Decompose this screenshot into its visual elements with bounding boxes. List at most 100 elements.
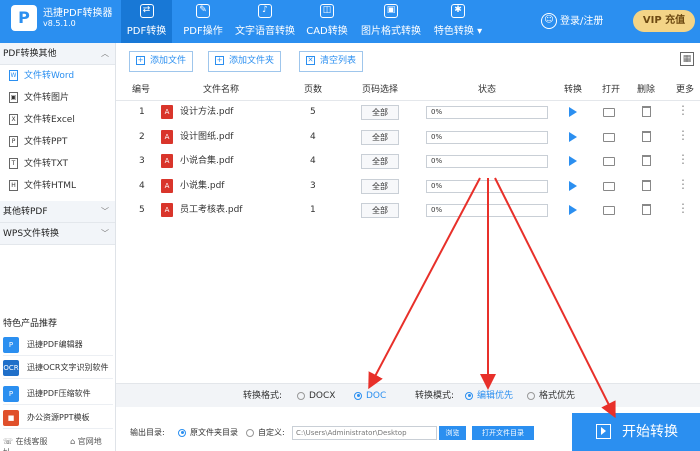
tab-label: PDF操作 bbox=[183, 26, 223, 37]
word-file-icon: W bbox=[9, 70, 18, 81]
table-row[interactable]: 1 A 设计方法.pdf 5 全部 0% ⋮ bbox=[116, 100, 700, 125]
pdf-file-icon: A bbox=[161, 105, 173, 119]
grid-view-icon[interactable]: ▦ bbox=[680, 52, 694, 66]
row-number: 5 bbox=[139, 205, 145, 215]
sidebar-section-wps[interactable]: WPS文件转换 ﹀ bbox=[0, 223, 115, 245]
col-more: 更多 bbox=[676, 85, 695, 95]
add-folder-button[interactable]: + 添加文件夹 bbox=[208, 51, 282, 72]
format-option-docx[interactable]: DOCX bbox=[297, 384, 335, 408]
format-option-doc[interactable]: DOC bbox=[354, 384, 386, 408]
play-icon[interactable] bbox=[569, 156, 577, 166]
image-file-icon: ▣ bbox=[9, 92, 18, 103]
user-icon: ☺ bbox=[541, 13, 557, 29]
sidebar-item-to-word[interactable]: W 文件转Word bbox=[0, 65, 115, 87]
pdf-file-icon: A bbox=[161, 154, 173, 168]
start-label: 开始转换 bbox=[622, 424, 678, 440]
page-select-button[interactable]: 全部 bbox=[361, 203, 399, 218]
featured-label: 办公资源PPT模板 bbox=[27, 413, 90, 422]
sidebar-item-to-html[interactable]: H 文件转HTML bbox=[0, 175, 115, 197]
row-number: 3 bbox=[139, 156, 145, 166]
sidebar-item-to-txt[interactable]: T 文件转TXT bbox=[0, 153, 115, 175]
more-icon[interactable]: ⋮ bbox=[677, 152, 689, 166]
ocr-icon: OCR bbox=[3, 359, 19, 376]
format-label: 转换格式: bbox=[243, 391, 283, 401]
featured-ppt-template[interactable]: ■ 办公资源PPT模板 bbox=[3, 407, 113, 429]
trash-icon[interactable] bbox=[642, 155, 651, 166]
featured-pdf-compress[interactable]: P 迅捷PDF压缩软件 bbox=[3, 383, 113, 405]
browse-button[interactable]: 浏览 bbox=[439, 426, 466, 440]
table-row[interactable]: 2 A 设计图纸.pdf 4 全部 0% ⋮ bbox=[116, 125, 700, 150]
progress-bar: 0% bbox=[426, 155, 548, 168]
output-option-custom[interactable]: 自定义: bbox=[246, 426, 285, 440]
output-path-input[interactable] bbox=[292, 426, 437, 440]
play-icon bbox=[596, 424, 611, 439]
text-speech-icon: ♪ bbox=[258, 4, 272, 18]
sidebar-section-other-to-pdf[interactable]: 其他转PDF ﹀ bbox=[0, 201, 115, 223]
table-row[interactable]: 4 A 小说集.pdf 3 全部 0% ⋮ bbox=[116, 174, 700, 199]
tab-feature[interactable]: ✱ 特色转换 ▾ bbox=[430, 0, 486, 43]
radio-selected-icon bbox=[465, 391, 473, 400]
tab-cad[interactable]: ◫ CAD转换 bbox=[302, 0, 352, 43]
pdf-file-icon: A bbox=[161, 130, 173, 144]
sidebar-item-to-excel[interactable]: X 文件转Excel bbox=[0, 109, 115, 131]
start-convert-button[interactable]: 开始转换 bbox=[572, 413, 700, 451]
mode-option-edit[interactable]: 编辑优先 bbox=[465, 384, 513, 408]
play-icon[interactable] bbox=[569, 181, 577, 191]
play-icon[interactable] bbox=[569, 132, 577, 142]
tab-pdf-operate[interactable]: ✎ PDF操作 bbox=[178, 0, 228, 43]
folder-icon[interactable] bbox=[603, 206, 615, 215]
open-folder-button[interactable]: 打开文件目录 bbox=[472, 426, 534, 440]
sidebar-section-pdf-to-other[interactable]: PDF转换其他 ︿ bbox=[0, 43, 115, 65]
folder-icon[interactable] bbox=[603, 108, 615, 117]
tab-label: 图片格式转换 bbox=[361, 26, 421, 37]
trash-icon[interactable] bbox=[642, 180, 651, 191]
col-pages: 页数 bbox=[304, 85, 323, 95]
more-icon[interactable]: ⋮ bbox=[677, 103, 689, 117]
row-filename: 小说合集.pdf bbox=[180, 156, 234, 166]
sidebar-item-to-image[interactable]: ▣ 文件转图片 bbox=[0, 87, 115, 109]
cad-icon: ◫ bbox=[320, 4, 334, 18]
add-file-button[interactable]: + 添加文件 bbox=[129, 51, 194, 72]
more-icon[interactable]: ⋮ bbox=[677, 128, 689, 142]
table-row[interactable]: 5 A 员工考核表.pdf 1 全部 0% ⋮ bbox=[116, 198, 700, 223]
folder-icon[interactable] bbox=[603, 157, 615, 166]
trash-icon[interactable] bbox=[642, 204, 651, 215]
output-option-original[interactable]: 原文件夹目录 bbox=[178, 426, 238, 440]
button-label: 添加文件 bbox=[150, 56, 187, 66]
page-select-button[interactable]: 全部 bbox=[361, 179, 399, 194]
sidebar-item-label: 文件转Word bbox=[24, 71, 75, 81]
vip-recharge-button[interactable]: VIP 充值 bbox=[633, 10, 695, 32]
more-icon[interactable]: ⋮ bbox=[677, 201, 689, 215]
page-select-button[interactable]: 全部 bbox=[361, 154, 399, 169]
tab-text-speech[interactable]: ♪ 文字语音转换 bbox=[234, 0, 296, 43]
trash-icon[interactable] bbox=[642, 131, 651, 142]
ppt-file-icon: P bbox=[9, 136, 18, 147]
tab-pdf-convert[interactable]: ⇄ PDF转换 bbox=[121, 0, 172, 43]
more-icon[interactable]: ⋮ bbox=[677, 177, 689, 191]
online-support-link[interactable]: ☏ 在线客服 bbox=[3, 437, 58, 446]
row-number: 1 bbox=[139, 107, 145, 117]
mode-option-layout[interactable]: 格式优先 bbox=[527, 384, 575, 408]
tab-label: CAD转换 bbox=[306, 26, 348, 37]
progress-bar: 0% bbox=[426, 106, 548, 119]
sidebar-item-to-ppt[interactable]: P 文件转PPT bbox=[0, 131, 115, 153]
excel-file-icon: X bbox=[9, 114, 18, 125]
featured-label: 迅捷OCR文字识别软件 bbox=[27, 363, 109, 372]
folder-icon[interactable] bbox=[603, 182, 615, 191]
page-select-button[interactable]: 全部 bbox=[361, 130, 399, 145]
clear-list-button[interactable]: ✕ 清空列表 bbox=[299, 51, 364, 72]
featured-label: 迅捷PDF编辑器 bbox=[27, 340, 83, 349]
app-version: v8.5.1.0 bbox=[43, 19, 76, 28]
tab-image-format[interactable]: ▣ 图片格式转换 bbox=[361, 0, 421, 43]
trash-icon[interactable] bbox=[642, 106, 651, 117]
page-select-button[interactable]: 全部 bbox=[361, 105, 399, 120]
button-label: 清空列表 bbox=[320, 56, 357, 66]
row-filename: 设计图纸.pdf bbox=[180, 132, 234, 142]
featured-ocr[interactable]: OCR 迅捷OCR文字识别软件 bbox=[3, 357, 113, 379]
featured-pdf-editor[interactable]: P 迅捷PDF编辑器 bbox=[3, 334, 113, 356]
folder-icon[interactable] bbox=[603, 133, 615, 142]
play-icon[interactable] bbox=[569, 205, 577, 215]
play-icon[interactable] bbox=[569, 107, 577, 117]
login-button[interactable]: ☺ 登录/注册 bbox=[541, 12, 603, 29]
table-row[interactable]: 3 A 小说合集.pdf 4 全部 0% ⋮ bbox=[116, 149, 700, 174]
